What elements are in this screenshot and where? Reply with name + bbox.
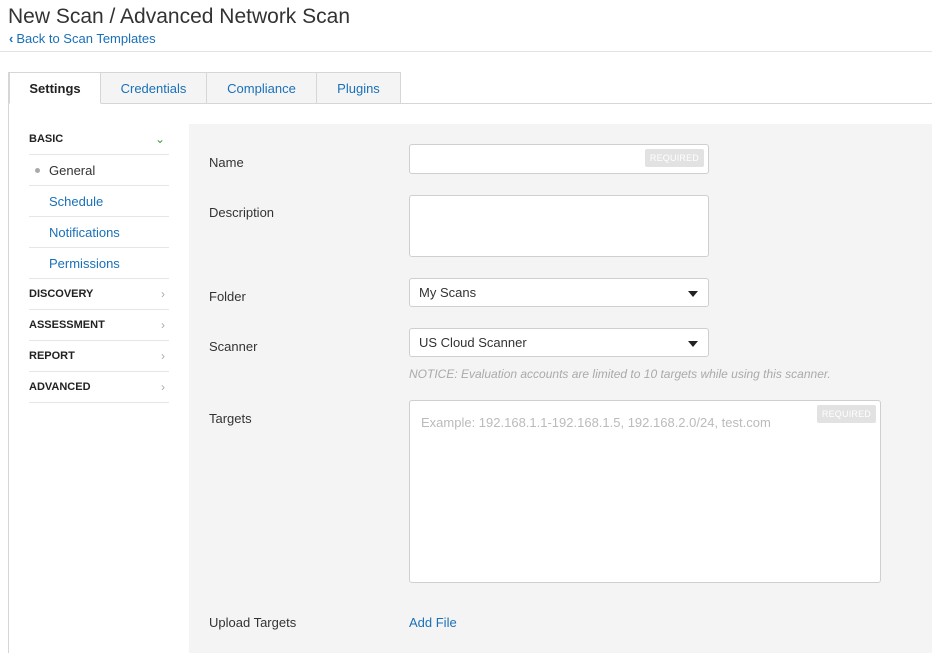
required-badge: REQUIRED (644, 149, 704, 167)
chevron-down-icon: ⌄ (154, 132, 165, 146)
chevron-left-icon: ‹ (9, 31, 14, 46)
name-label: Name (209, 155, 244, 170)
sidebar-section-report[interactable]: REPORT › (29, 341, 169, 372)
settings-form-panel: Name REQUIRED Description Folder My Scan… (189, 124, 932, 653)
description-label: Description (209, 205, 275, 220)
sidebar-item-label: Schedule (49, 193, 104, 209)
sidebar-item-label: Notifications (49, 224, 120, 240)
name-input[interactable]: REQUIRED (409, 144, 709, 174)
tab-panel-border (8, 72, 9, 653)
add-file-link[interactable]: Add File (409, 615, 457, 630)
sidebar-item-notifications[interactable]: Notifications (29, 217, 169, 248)
chevron-right-icon: › (161, 380, 165, 394)
current-item-dot-icon (35, 168, 40, 173)
tab-credentials[interactable]: Credentials (101, 72, 207, 104)
sidebar-item-general[interactable]: General (29, 155, 169, 186)
tab-settings[interactable]: Settings (9, 72, 101, 104)
targets-placeholder: Example: 192.168.1.1-192.168.1.5, 192.16… (421, 415, 771, 430)
scanner-label: Scanner (209, 339, 258, 354)
caret-down-icon (688, 291, 698, 297)
chevron-right-icon: › (161, 287, 165, 301)
scanner-selected-value: US Cloud Scanner (419, 335, 527, 350)
scanner-notice: NOTICE: Evaluation accounts are limited … (409, 367, 831, 381)
sidebar-section-assessment[interactable]: ASSESSMENT › (29, 310, 169, 341)
sidebar-item-schedule[interactable]: Schedule (29, 186, 169, 217)
targets-label: Targets (209, 411, 252, 426)
tab-plugins[interactable]: Plugins (317, 72, 401, 104)
tab-bar: Settings Credentials Compliance Plugins (9, 72, 401, 104)
sidebar-section-discovery[interactable]: DISCOVERY › (29, 279, 169, 310)
sidebar-section-basic[interactable]: BASIC ⌄ (29, 124, 169, 155)
back-link-label: Back to Scan Templates (16, 31, 156, 46)
sidebar-item-label: Permissions (49, 255, 120, 271)
folder-label: Folder (209, 289, 246, 304)
upload-targets-label: Upload Targets (209, 615, 297, 630)
sidebar-section-label: ADVANCED (29, 381, 91, 393)
folder-selected-value: My Scans (419, 285, 477, 300)
scanner-select[interactable]: US Cloud Scanner (409, 328, 709, 357)
sidebar-item-permissions[interactable]: Permissions (29, 248, 169, 279)
sidebar-item-label: General (49, 162, 96, 178)
tab-divider (400, 103, 932, 104)
caret-down-icon (688, 341, 698, 347)
page-header: New Scan / Advanced Network Scan ‹ Back t… (0, 0, 932, 52)
page-title: New Scan / Advanced Network Scan (8, 5, 351, 28)
sidebar-section-label: ASSESSMENT (29, 319, 105, 331)
chevron-right-icon: › (161, 318, 165, 332)
sidebar-section-advanced[interactable]: ADVANCED › (29, 372, 169, 403)
sidebar-section-label: REPORT (29, 350, 75, 362)
back-to-scan-templates-link[interactable]: ‹ Back to Scan Templates (9, 31, 156, 46)
sidebar-section-label: DISCOVERY (29, 288, 94, 300)
targets-textarea[interactable]: Example: 192.168.1.1-192.168.1.5, 192.16… (409, 400, 881, 583)
tab-compliance[interactable]: Compliance (207, 72, 317, 104)
settings-sidebar: BASIC ⌄ General Schedule Notifications P… (29, 124, 169, 403)
folder-select[interactable]: My Scans (409, 278, 709, 307)
chevron-right-icon: › (161, 349, 165, 363)
required-badge: REQUIRED (816, 405, 876, 423)
sidebar-section-label: BASIC (29, 133, 64, 145)
description-textarea[interactable] (409, 195, 709, 257)
